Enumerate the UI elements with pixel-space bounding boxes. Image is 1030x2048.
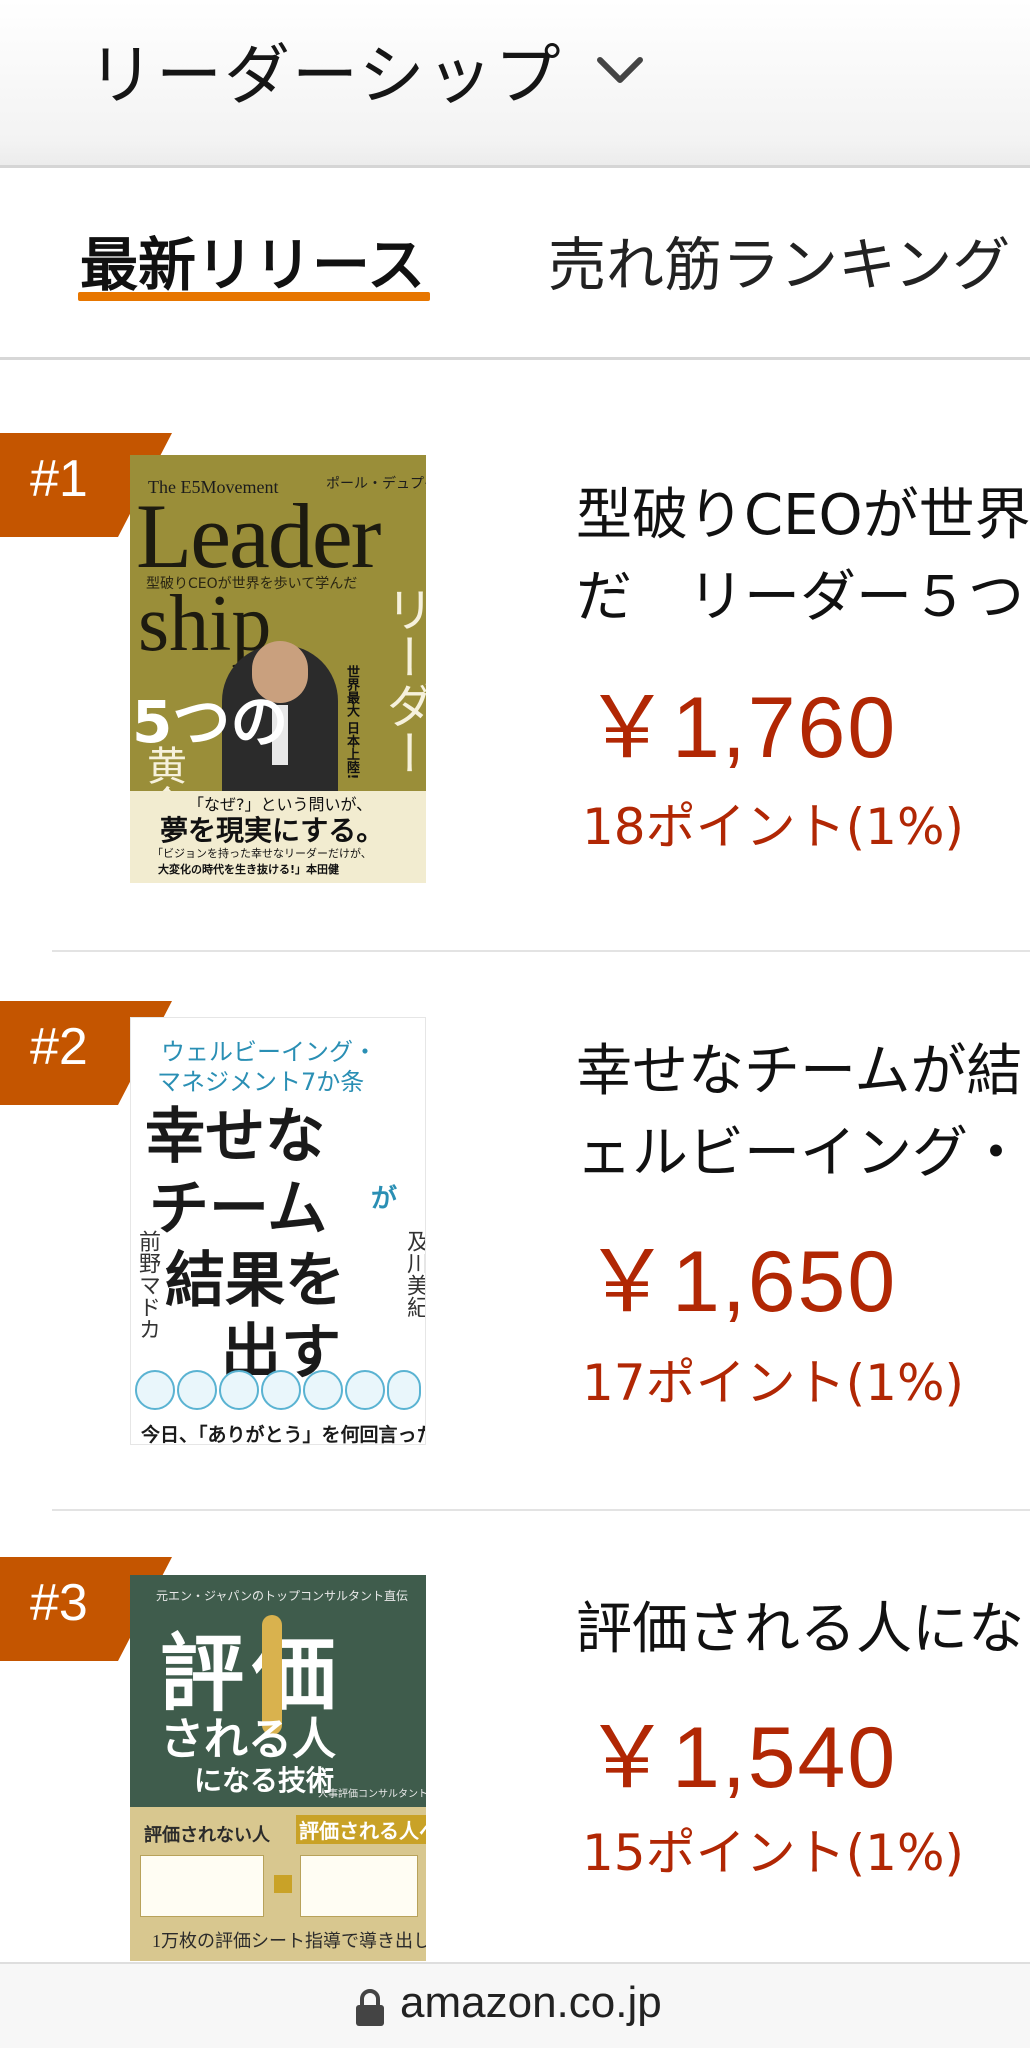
product-title[interactable]: 型破りCEOが世界 だ リーダー５つ xyxy=(576,475,1030,639)
url-domain: amazon.co.jp xyxy=(400,1978,662,2027)
product-points: 15ポイント(1%) xyxy=(582,1824,964,1882)
category-title[interactable]: リーダーシップ xyxy=(88,22,563,118)
product-image[interactable]: The E5Movement ポール・デュプイ Leader 型破りCEOが世界… xyxy=(130,455,426,883)
tab-selected-indicator xyxy=(78,292,430,301)
lock-icon xyxy=(356,1989,384,2026)
tab-bar: 最新リリース 売れ筋ランキング xyxy=(0,168,1030,360)
list-item[interactable]: #3 元エン・ジャパンのトップコンサルタント直伝 評価 される人 になる技術 人… xyxy=(0,1511,1030,1961)
product-image[interactable]: ウェルビーイング・ マネジメント7か条 幸せな チーム が 前野マドカ 結果を … xyxy=(130,1017,426,1445)
product-title[interactable]: 評価される人にな xyxy=(576,1589,1030,1671)
category-header: リーダーシップ xyxy=(0,0,1030,168)
product-price: ￥1,540 xyxy=(584,1710,898,1806)
browser-address-bar[interactable]: amazon.co.jp xyxy=(0,1962,1030,2048)
product-price: ￥1,760 xyxy=(584,680,898,776)
list-item[interactable]: #2 ウェルビーイング・ マネジメント7か条 幸せな チーム が 前野マドカ 結… xyxy=(0,953,1030,1511)
tab-best-sellers[interactable]: 売れ筋ランキング xyxy=(548,218,1010,302)
tab-new-releases[interactable]: 最新リリース xyxy=(80,218,425,302)
product-points: 17ポイント(1%) xyxy=(582,1354,964,1412)
product-price: ￥1,650 xyxy=(584,1234,898,1330)
divider xyxy=(52,950,1030,952)
product-points: 18ポイント(1%) xyxy=(582,798,964,856)
chevron-down-icon[interactable] xyxy=(590,40,650,100)
list-item[interactable]: #1 The E5Movement ポール・デュプイ Leader 型破りCEO… xyxy=(0,363,1030,953)
product-title[interactable]: 幸せなチームが結 ェルビーイング・ xyxy=(576,1031,1030,1195)
product-image[interactable]: 元エン・ジャパンのトップコンサルタント直伝 評価 される人 になる技術 人事評価… xyxy=(130,1575,426,1961)
